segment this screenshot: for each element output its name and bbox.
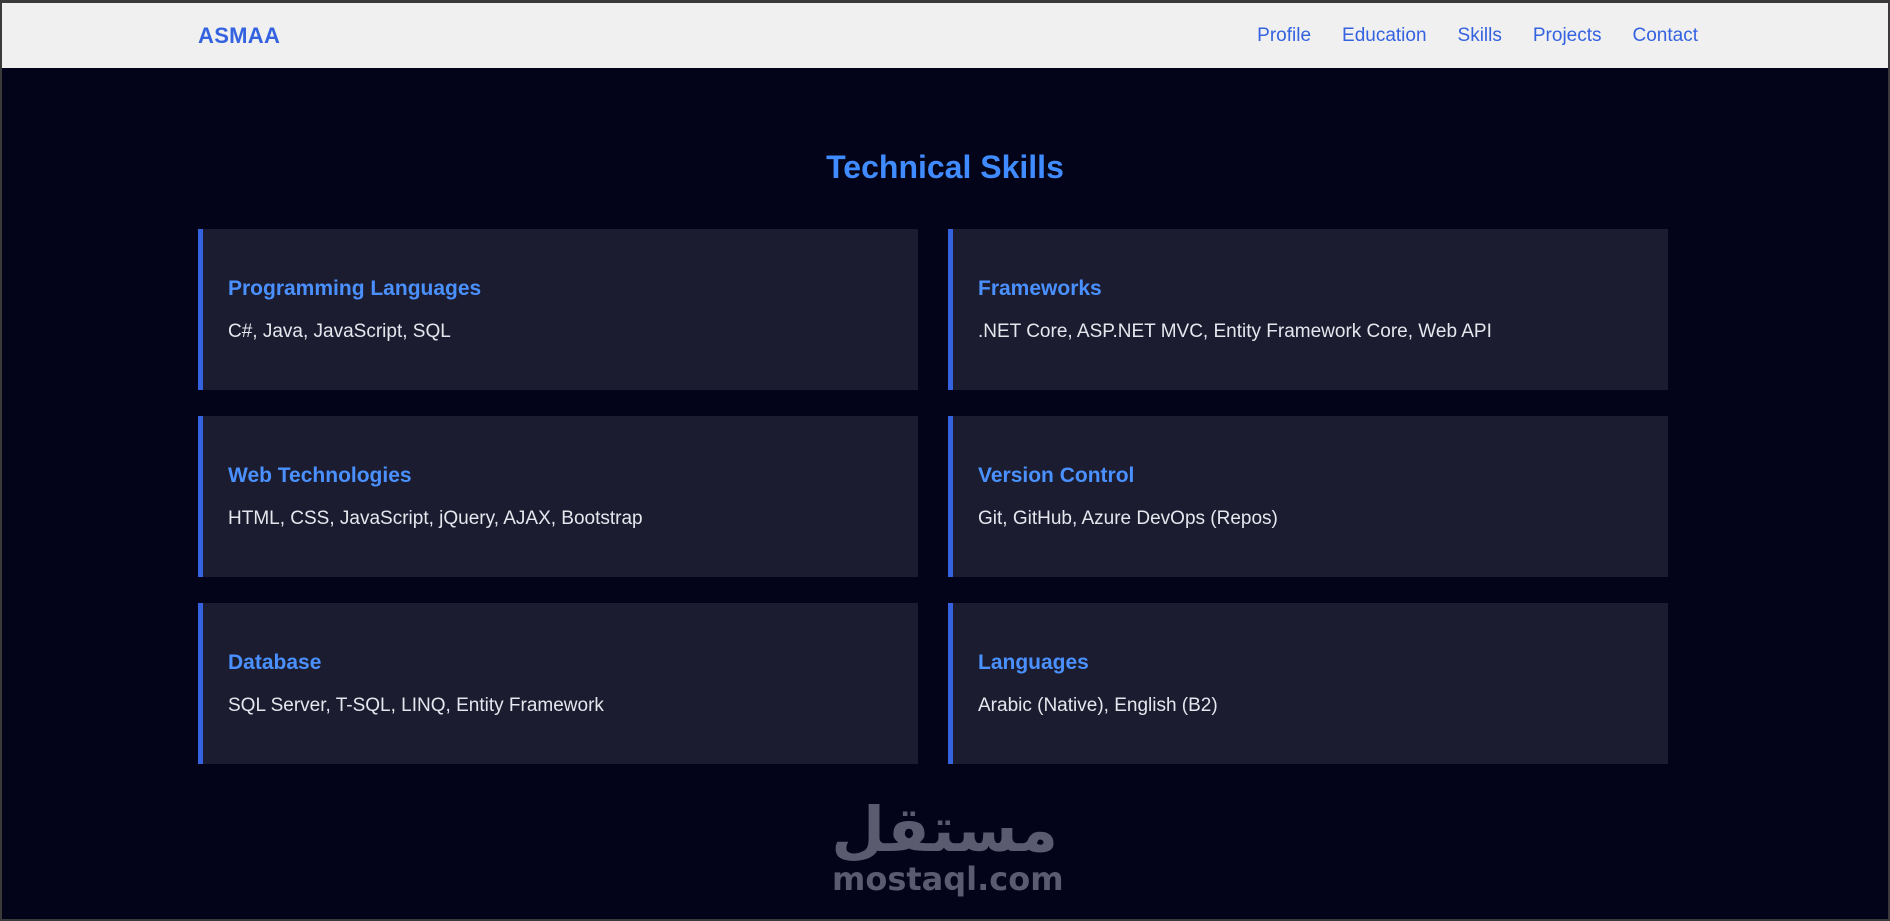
nav-links: Profile Education Skills Projects Contac… [1257,3,1698,68]
skill-card-database: Database SQL Server, T-SQL, LINQ, Entity… [198,603,918,764]
skill-card-programming-languages: Programming Languages C#, Java, JavaScri… [198,229,918,390]
nav-link-profile[interactable]: Profile [1257,25,1311,47]
nav-link-contact[interactable]: Contact [1633,25,1698,47]
skill-card-text: HTML, CSS, JavaScript, jQuery, AJAX, Boo… [228,508,643,529]
watermark-arabic-text: مستقل [831,793,1058,866]
nav-link-skills[interactable]: Skills [1458,25,1502,47]
skill-card-title: Frameworks [978,277,1102,300]
skill-card-title: Programming Languages [228,277,482,300]
top-navbar: ASMAA Profile Education Skills Projects … [2,3,1888,68]
skill-card-frameworks: Frameworks .NET Core, ASP.NET MVC, Entit… [948,229,1668,390]
skill-card-version-control: Version Control Git, GitHub, Azure DevOp… [948,416,1668,577]
brand-logo[interactable]: ASMAA [198,3,280,68]
nav-link-projects[interactable]: Projects [1533,25,1602,47]
skill-card-text: Git, GitHub, Azure DevOps (Repos) [978,508,1278,529]
section-title: Technical Skills [826,149,1064,185]
skill-card-title: Version Control [978,464,1135,487]
skill-card-web-technologies: Web Technologies HTML, CSS, JavaScript, … [198,416,918,577]
skill-card-text: Arabic (Native), English (B2) [978,695,1218,716]
watermark-latin-text: mostaql.com [832,860,1064,898]
browser-viewport: ASMAA Profile Education Skills Projects … [2,3,1888,919]
skill-card-title: Languages [978,651,1089,674]
skill-card-text: .NET Core, ASP.NET MVC, Entity Framework… [978,321,1492,342]
skill-card-title: Database [228,651,322,674]
skill-card-title: Web Technologies [228,464,412,487]
skills-grid: Programming Languages C#, Java, JavaScri… [198,229,1668,764]
mostaql-watermark: مستقل mostaql.com [831,793,1064,905]
skill-card-text: C#, Java, JavaScript, SQL [228,321,451,342]
skill-card-text: SQL Server, T-SQL, LINQ, Entity Framewor… [228,695,604,716]
skill-card-languages: Languages Arabic (Native), English (B2) [948,603,1668,764]
nav-link-education[interactable]: Education [1342,25,1427,47]
